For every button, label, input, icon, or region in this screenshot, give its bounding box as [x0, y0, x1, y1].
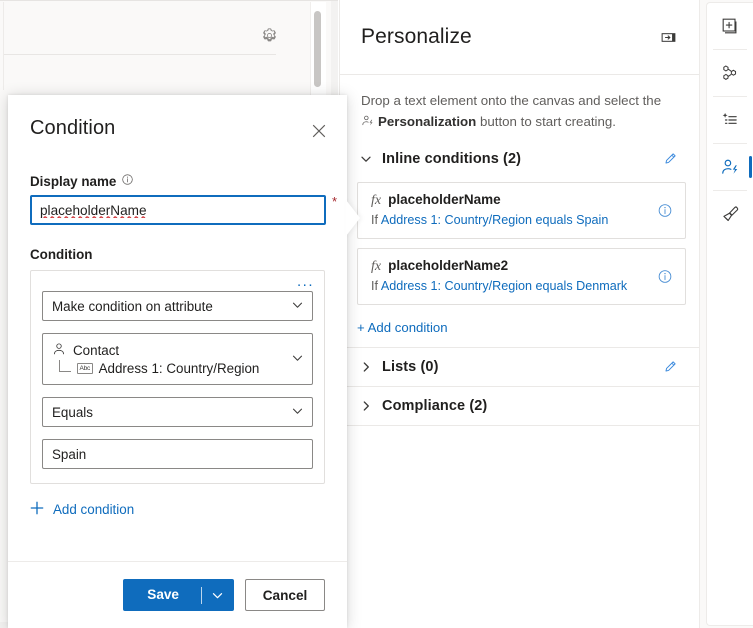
condition-card-title: fx placeholderName2 — [371, 258, 645, 275]
condition-prefix: If — [371, 213, 381, 227]
tree-connector-icon — [59, 360, 71, 372]
components-icon — [720, 63, 740, 83]
section-lists[interactable]: Lists (0) — [340, 348, 699, 386]
condition-operator-select[interactable]: Equals — [42, 397, 313, 427]
chevron-down-icon — [292, 299, 303, 314]
add-condition-button[interactable]: Add condition — [30, 501, 325, 518]
rail-item-components[interactable] — [707, 50, 753, 96]
condition-expression: Address 1: Country/Region equals Denmark — [381, 279, 627, 293]
personalize-header: Personalize — [340, 0, 699, 75]
section-label: Compliance (2) — [382, 398, 681, 414]
ai-content-icon — [720, 110, 740, 130]
condition-name: placeholderName — [388, 192, 501, 207]
close-icon[interactable] — [305, 117, 333, 145]
attribute-picker-value: Contact Abc Address 1: Country/Region — [52, 342, 259, 377]
section-compliance[interactable]: Compliance (2) — [340, 387, 699, 425]
rail-item-add-element[interactable] — [707, 3, 753, 49]
description-line1: Drop a text element onto the canvas and … — [361, 93, 661, 108]
condition-source-select[interactable]: Make condition on attribute — [42, 291, 313, 321]
save-menu-chevron-down-icon[interactable] — [202, 579, 234, 611]
personalization-label: Personalization — [378, 114, 476, 129]
entity-name: Contact — [73, 343, 119, 358]
dialog-header: Condition — [8, 95, 347, 145]
plus-icon — [30, 501, 44, 518]
fx-icon: fx — [371, 193, 381, 209]
display-name-field-wrapper: * — [30, 195, 325, 225]
section-label: Lists (0) — [382, 359, 659, 375]
rail-item-brush-styles[interactable] — [707, 191, 753, 237]
attribute-type-icon: Abc — [77, 363, 93, 374]
canvas-element-card — [3, 2, 318, 90]
info-icon[interactable] — [121, 173, 134, 189]
personalize-description: Drop a text element onto the canvas and … — [340, 75, 699, 140]
canvas-scrollbar-thumb[interactable] — [314, 11, 321, 87]
right-icon-rail — [699, 0, 753, 628]
add-condition-link[interactable]: + Add condition — [340, 314, 448, 347]
right-icon-rail-inner — [706, 2, 753, 626]
info-icon[interactable] — [657, 202, 674, 219]
condition-value-text: Spain — [52, 447, 86, 462]
entity-row: Contact — [52, 342, 259, 359]
display-name-input[interactable] — [30, 195, 326, 225]
section-label: Inline conditions (2) — [382, 151, 659, 167]
fx-icon: fx — [371, 259, 381, 275]
section-divider — [340, 425, 699, 426]
section-inline-conditions[interactable]: Inline conditions (2) — [340, 140, 699, 178]
condition-section-label: Condition — [30, 247, 325, 262]
save-button-group[interactable]: Save — [123, 579, 234, 611]
chevron-down-icon — [357, 150, 375, 168]
add-condition-label: Add condition — [53, 502, 134, 517]
dialog-footer: Save Cancel — [8, 561, 347, 628]
overflow-menu-icon[interactable]: ... — [297, 275, 314, 289]
page-title: Personalize — [361, 25, 655, 49]
personalize-body: Drop a text element onto the canvas and … — [340, 75, 699, 426]
attribute-name: Address 1: Country/Region — [99, 361, 260, 376]
gear-icon[interactable] — [258, 24, 280, 46]
personalization-icon — [361, 113, 375, 134]
operator-value: Equals — [52, 405, 93, 420]
dialog-callout-pointer — [346, 200, 360, 236]
rail-item-ai-content[interactable] — [707, 97, 753, 143]
add-element-icon — [720, 16, 740, 36]
condition-name: placeholderName2 — [388, 258, 508, 273]
required-marker: * — [332, 195, 337, 209]
condition-card-subtitle: If Address 1: Country/Region equals Denm… — [371, 278, 645, 294]
chevron-right-icon — [357, 397, 375, 415]
condition-dialog: Condition Display name — [8, 95, 347, 628]
edit-pencil-icon[interactable] — [659, 148, 681, 170]
attribute-row: Abc Address 1: Country/Region — [52, 360, 259, 377]
contact-person-icon — [52, 342, 66, 359]
inline-conditions-list: fx placeholderName If Address 1: Country… — [340, 178, 699, 305]
condition-card[interactable]: fx placeholderName2 If Address 1: Countr… — [357, 248, 686, 305]
save-button[interactable]: Save — [123, 579, 201, 611]
chevron-down-icon — [292, 352, 303, 367]
dialog-title: Condition — [30, 117, 305, 140]
personalize-panel: Personalize Drop a text element onto the… — [339, 0, 699, 628]
condition-card[interactable]: fx placeholderName If Address 1: Country… — [357, 182, 686, 239]
rail-item-personalization[interactable] — [707, 144, 753, 190]
brush-styles-icon — [720, 204, 741, 225]
chevron-right-icon — [357, 358, 375, 376]
chevron-down-icon — [292, 405, 303, 420]
display-name-label-text: Display name — [30, 174, 116, 189]
condition-expression: Address 1: Country/Region equals Spain — [381, 213, 609, 227]
collapse-panel-icon[interactable] — [655, 24, 681, 50]
edit-pencil-icon[interactable] — [659, 356, 681, 378]
condition-card-title: fx placeholderName — [371, 192, 645, 209]
condition-builder: ... Make condition on attribute — [30, 270, 325, 484]
display-name-label: Display name — [30, 173, 325, 189]
condition-prefix: If — [371, 279, 381, 293]
info-icon[interactable] — [657, 268, 674, 285]
condition-attribute-select[interactable]: Contact Abc Address 1: Country/Region — [42, 333, 313, 385]
cancel-button[interactable]: Cancel — [245, 579, 325, 611]
canvas-divider — [4, 54, 276, 55]
description-line2: button to start creating. — [480, 114, 616, 129]
condition-source-value: Make condition on attribute — [52, 299, 213, 314]
condition-value-input[interactable]: Spain — [42, 439, 313, 469]
condition-card-subtitle: If Address 1: Country/Region equals Spai… — [371, 212, 645, 228]
personalization-icon — [720, 157, 741, 178]
dialog-body: Display name * Condition ... Make condi — [8, 173, 347, 518]
